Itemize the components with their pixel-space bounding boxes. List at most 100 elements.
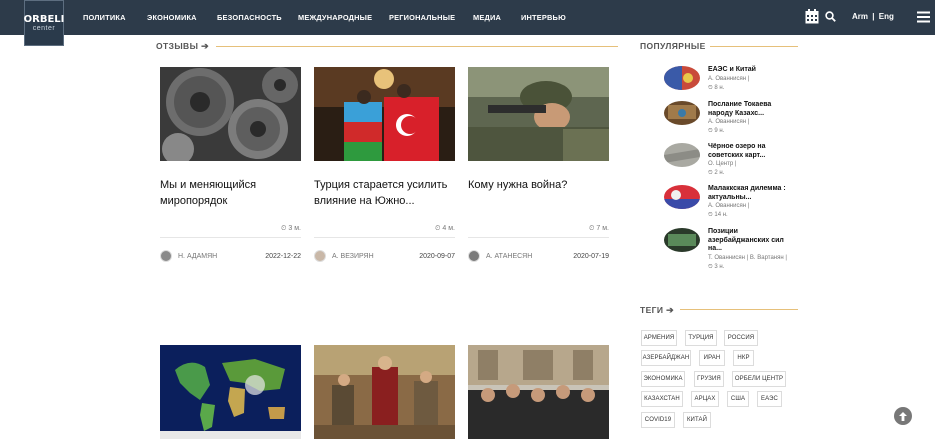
tag[interactable]: COVID19 bbox=[641, 412, 675, 428]
nav-international[interactable]: МЕЖДУНАРОДНЫЕ bbox=[298, 13, 372, 22]
card-divider bbox=[468, 237, 609, 238]
tag[interactable]: ТУРЦИЯ bbox=[685, 330, 717, 346]
author-name[interactable]: А. ВЕЗИРЯН bbox=[332, 253, 374, 260]
popular-thumb bbox=[664, 143, 700, 167]
reviews-title: ОТЗЫВЫ bbox=[156, 41, 199, 51]
popular-title[interactable]: Позиции азербайджанских сил на... bbox=[708, 228, 796, 254]
calendar-icon[interactable] bbox=[805, 9, 819, 24]
article-card[interactable]: Кому нужна война? ⏲ 7 м. А. АТАНЕСЯН 202… bbox=[468, 67, 609, 262]
nav-security[interactable]: БЕЗОПАСНОСТЬ bbox=[217, 13, 282, 22]
tag[interactable]: АРЦАХ bbox=[691, 391, 719, 407]
article-title[interactable]: Турция старается усилить влияние на Южно… bbox=[314, 177, 455, 225]
clock-icon: ⏲ bbox=[280, 225, 287, 232]
tags-divider bbox=[680, 309, 798, 310]
search-icon[interactable] bbox=[825, 11, 836, 22]
popular-time: ⏲ 2 н. bbox=[708, 169, 796, 178]
time-value: 3 н. bbox=[714, 263, 725, 270]
clock-icon: ⏲ bbox=[708, 263, 713, 270]
author-name[interactable]: А. АТАНЕСЯН bbox=[486, 253, 532, 260]
popular-author: А. Ованнисян | bbox=[708, 75, 750, 82]
time-value: 2 н. bbox=[714, 170, 725, 176]
painting-image[interactable] bbox=[314, 345, 455, 439]
flags-image[interactable] bbox=[314, 67, 455, 161]
popular-time: ⏲ 3 н. bbox=[708, 263, 796, 272]
tags-title: ТЕГИ bbox=[640, 305, 664, 315]
time-value: 9 н. bbox=[714, 128, 725, 134]
popular-title[interactable]: Чёрное озеро на советских карт... bbox=[708, 143, 796, 160]
article-card[interactable]: Турция старается усилить влияние на Южно… bbox=[314, 67, 455, 262]
tag[interactable]: ОРБЕЛИ ЦЕНТР bbox=[732, 371, 786, 387]
soldier-image[interactable] bbox=[468, 67, 609, 161]
article-date: 2020-09-07 bbox=[419, 252, 455, 260]
top-navbar: ПОЛИТИКА ЭКОНОМИКА БЕЗОПАСНОСТЬ МЕЖДУНАР… bbox=[0, 0, 935, 35]
nav-politics[interactable]: ПОЛИТИКА bbox=[83, 13, 126, 22]
tag[interactable]: США bbox=[727, 391, 749, 407]
clock-icon: ⏲ bbox=[588, 225, 595, 232]
menu-icon[interactable] bbox=[917, 11, 930, 23]
logo-sub-text: center bbox=[32, 24, 56, 32]
nav-interview[interactable]: ИНТЕРВЬЮ bbox=[521, 13, 566, 22]
tag[interactable]: ИРАН bbox=[699, 350, 725, 366]
gears-image[interactable] bbox=[160, 67, 301, 161]
popular-title[interactable]: ЕАЭС и Китай bbox=[708, 66, 796, 75]
reviews-heading[interactable]: ОТЗЫВЫ ➔ bbox=[156, 41, 209, 52]
world-map-image[interactable] bbox=[160, 345, 301, 439]
lang-arm[interactable]: Arm bbox=[852, 12, 868, 21]
tag[interactable]: ЭКОНОМИКА bbox=[641, 371, 685, 387]
article-title[interactable]: Кому нужна война? bbox=[468, 177, 609, 225]
article-read-time: ⏲ 3 м. bbox=[281, 225, 301, 233]
tag[interactable]: ЕАЭС bbox=[757, 391, 782, 407]
scroll-top-button[interactable] bbox=[894, 407, 912, 425]
site-logo[interactable]: ORBELI center bbox=[24, 0, 64, 46]
popular-author: А. Ованнисян | bbox=[708, 119, 750, 125]
time-value: 8 н. bbox=[714, 84, 725, 91]
nav-tools: Arm | Eng bbox=[805, 0, 935, 35]
reviews-divider bbox=[216, 46, 618, 47]
article-card[interactable]: Мы и меняющийся миропорядок ⏲ 3 м. Н. АД… bbox=[160, 67, 301, 262]
nav-media[interactable]: МЕДИА bbox=[473, 13, 501, 22]
popular-time: ⏲ 9 н. bbox=[708, 127, 796, 136]
tag[interactable]: КИТАЙ bbox=[683, 412, 711, 428]
crowd-image[interactable] bbox=[468, 345, 609, 439]
article-title[interactable]: Мы и меняющийся миропорядок bbox=[160, 177, 301, 225]
time-value: 7 м. bbox=[596, 225, 609, 232]
tag[interactable]: АРМЕНИЯ bbox=[641, 330, 677, 346]
popular-time: ⏲ 14 н. bbox=[708, 211, 796, 220]
author-avatar bbox=[468, 250, 480, 262]
arrow-right-icon: ➔ bbox=[201, 41, 210, 51]
main-nav: ПОЛИТИКА ЭКОНОМИКА БЕЗОПАСНОСТЬ МЕЖДУНАР… bbox=[83, 0, 603, 35]
nav-regional[interactable]: РЕГИОНАЛЬНЫЕ bbox=[389, 13, 455, 22]
popular-author: О. Центр | bbox=[708, 161, 737, 167]
article-author-row: А. ВЕЗИРЯН 2020-09-07 bbox=[314, 250, 455, 262]
article-date: 2020-07-19 bbox=[573, 252, 609, 260]
tag[interactable]: КАЗАХСТАН bbox=[641, 391, 683, 407]
popular-thumb bbox=[664, 228, 700, 252]
tag[interactable]: НКР bbox=[733, 350, 754, 366]
clock-icon: ⏲ bbox=[708, 170, 713, 176]
popular-title[interactable]: Послание Токаева народу Казахс... bbox=[708, 101, 796, 118]
tag[interactable]: АЗЕРБАЙДЖАН bbox=[641, 350, 691, 366]
tag[interactable]: ГРУЗИЯ bbox=[694, 371, 724, 387]
arrow-right-icon: ➔ bbox=[666, 305, 675, 315]
clock-icon: ⏲ bbox=[434, 225, 441, 232]
time-value: 4 м. bbox=[442, 225, 455, 232]
card-divider bbox=[314, 237, 455, 238]
popular-divider bbox=[710, 46, 798, 47]
popular-title[interactable]: Малаккская дилемма : актуальны... bbox=[708, 185, 796, 202]
author-avatar bbox=[160, 250, 172, 262]
author-name[interactable]: Н. АДАМЯН bbox=[178, 253, 217, 260]
clock-icon: ⏲ bbox=[708, 212, 713, 218]
logo-main-text: ORBELI bbox=[23, 13, 65, 25]
popular-thumb bbox=[664, 101, 700, 125]
clock-icon: ⏲ bbox=[708, 128, 713, 134]
lang-eng[interactable]: Eng bbox=[879, 12, 894, 21]
nav-economics[interactable]: ЭКОНОМИКА bbox=[147, 13, 197, 22]
popular-thumb bbox=[664, 185, 700, 209]
arrow-up-icon bbox=[899, 411, 907, 421]
popular-thumb bbox=[664, 66, 700, 90]
tags-heading[interactable]: ТЕГИ ➔ bbox=[640, 305, 674, 316]
article-author-row: Н. АДАМЯН 2022-12-22 bbox=[160, 250, 301, 262]
clock-icon: ⏲ bbox=[708, 84, 713, 91]
card-divider bbox=[160, 237, 301, 238]
tag[interactable]: РОССИЯ bbox=[724, 330, 758, 346]
